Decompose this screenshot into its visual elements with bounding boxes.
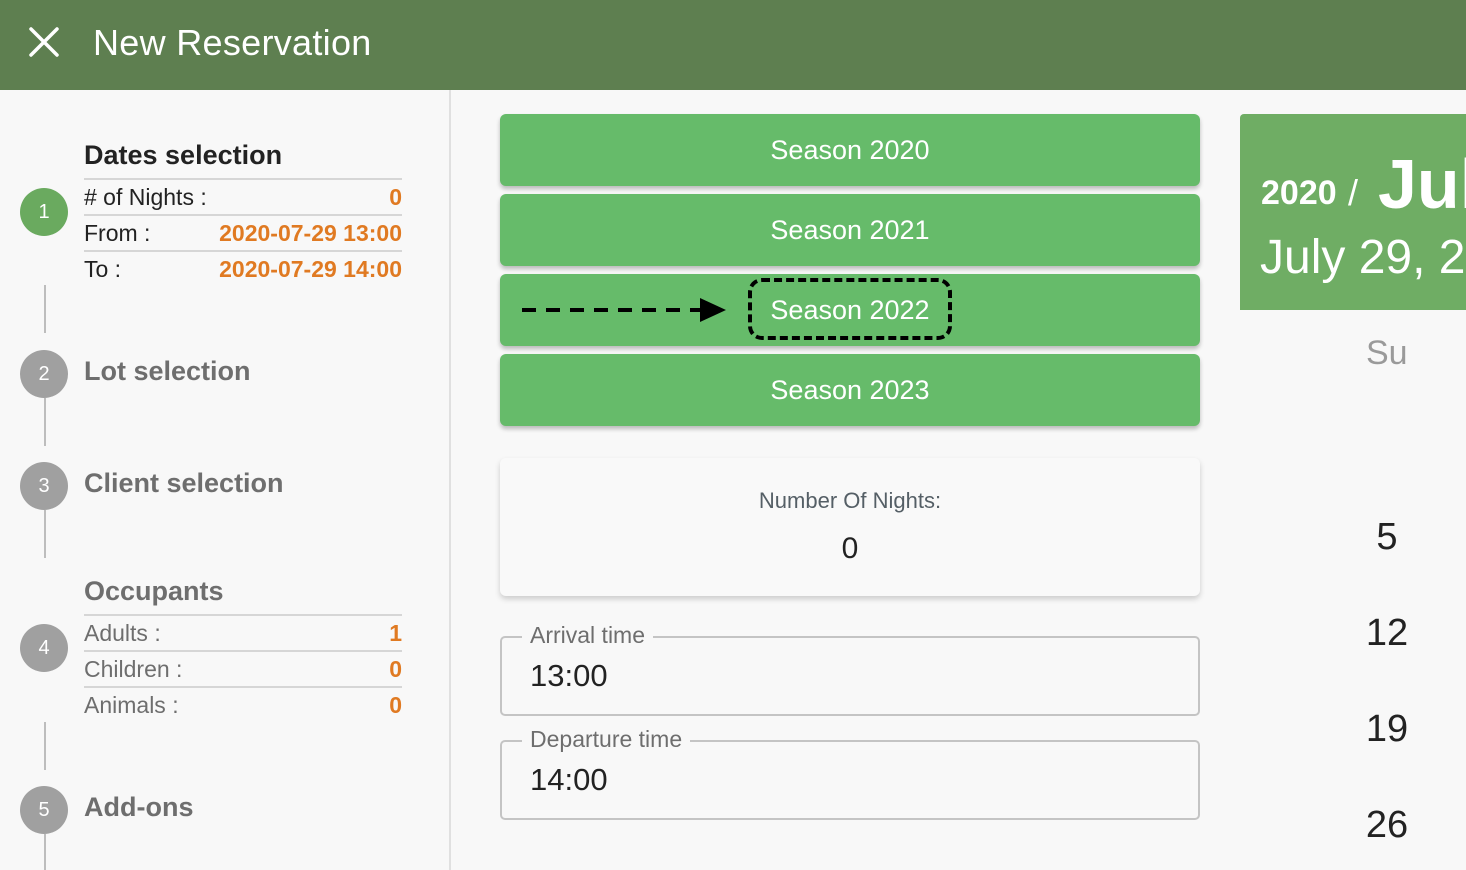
season-label: Season 2022 xyxy=(770,294,930,325)
step-5-title[interactable]: Add-ons xyxy=(84,792,193,823)
calendar-header: 2020 / July July 29, 2020 xyxy=(1240,114,1466,310)
adults-summary-label: Adults : xyxy=(84,619,161,646)
children-summary-value: 0 xyxy=(389,655,402,682)
nights-summary-row: # of Nights : 0 xyxy=(84,178,402,214)
step-4-title[interactable]: Occupants xyxy=(84,576,224,607)
season-2021-button[interactable]: Season 2021 xyxy=(500,194,1200,266)
season-label: Season 2021 xyxy=(770,214,930,245)
calendar-year[interactable]: 2020 xyxy=(1261,174,1337,213)
step-5-indicator[interactable]: 5 xyxy=(20,786,68,834)
annotation-arrow-icon xyxy=(522,298,726,322)
animals-summary-label: Animals : xyxy=(84,691,179,718)
arrival-time-field[interactable]: Arrival time xyxy=(500,622,1200,716)
to-summary-value: 2020-07-29 14:00 xyxy=(219,255,402,282)
to-summary-label: To : xyxy=(84,255,122,282)
season-label: Season 2020 xyxy=(770,134,930,165)
calendar-separator: / xyxy=(1348,172,1359,213)
nights-summary-value: 0 xyxy=(389,183,402,210)
departure-time-label: Departure time xyxy=(522,726,691,753)
adults-summary-row: Adults : 1 xyxy=(84,614,402,650)
from-summary-value: 2020-07-29 13:00 xyxy=(219,219,402,246)
nights-card-label: Number Of Nights: xyxy=(758,488,942,513)
arrival-time-input[interactable] xyxy=(530,658,1170,694)
adults-summary-value: 1 xyxy=(389,619,402,646)
nights-card: Number Of Nights: 0 xyxy=(500,458,1200,596)
nights-summary-label: # of Nights : xyxy=(84,183,207,210)
calendar-day[interactable]: 26 xyxy=(1347,804,1427,847)
season-label: Season 2023 xyxy=(770,374,930,405)
step-2-title[interactable]: Lot selection xyxy=(84,356,251,387)
departure-time-input[interactable] xyxy=(530,762,1170,798)
calendar-day[interactable]: 5 xyxy=(1347,516,1427,559)
step-3-title[interactable]: Client selection xyxy=(84,468,284,499)
calendar-day[interactable]: 19 xyxy=(1347,708,1427,751)
calendar-day[interactable]: 12 xyxy=(1347,612,1427,655)
children-summary-label: Children : xyxy=(84,655,183,682)
step-connector xyxy=(44,722,46,770)
animals-summary-value: 0 xyxy=(389,691,402,718)
from-summary-row: From : 2020-07-29 13:00 xyxy=(84,214,402,250)
animals-summary-row: Animals : 0 xyxy=(84,686,402,722)
calendar-selected-date: July 29, 2020 xyxy=(1260,231,1466,284)
app-header: New Reservation xyxy=(0,0,1466,90)
step-3-indicator[interactable]: 3 xyxy=(20,462,68,510)
calendar-month[interactable]: July xyxy=(1378,144,1466,224)
step-4-indicator[interactable]: 4 xyxy=(20,624,68,672)
nights-card-value: 0 xyxy=(841,532,859,565)
step-1-title[interactable]: Dates selection xyxy=(84,140,282,171)
arrival-time-label: Arrival time xyxy=(522,622,654,649)
step-connector xyxy=(44,510,46,558)
close-button[interactable] xyxy=(26,24,62,60)
season-2020-button[interactable]: Season 2020 xyxy=(500,114,1200,186)
step-connector xyxy=(44,834,46,870)
step-1-indicator[interactable]: 1 xyxy=(20,188,68,236)
calendar-weekday-sunday: Su xyxy=(1366,334,1408,372)
close-icon xyxy=(29,27,59,57)
season-2023-button[interactable]: Season 2023 xyxy=(500,354,1200,426)
step-connector xyxy=(44,285,46,333)
to-summary-row: To : 2020-07-29 14:00 xyxy=(84,250,402,286)
children-summary-row: Children : 0 xyxy=(84,650,402,686)
departure-time-field[interactable]: Departure time xyxy=(500,726,1200,820)
step-2-indicator[interactable]: 2 xyxy=(20,350,68,398)
page-title: New Reservation xyxy=(93,22,372,63)
from-summary-label: From : xyxy=(84,219,151,246)
step-connector xyxy=(44,398,46,446)
